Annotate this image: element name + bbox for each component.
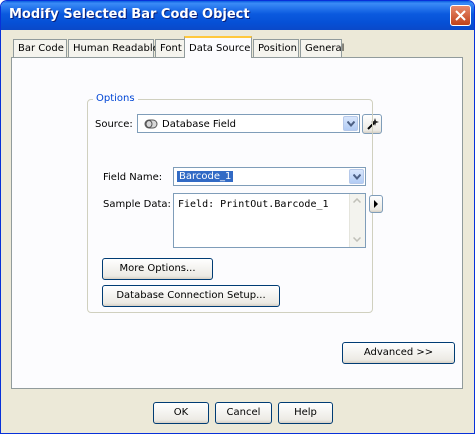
scroll-up-icon: [353, 198, 361, 203]
tab-general[interactable]: General: [300, 39, 344, 57]
title-bar[interactable]: Modify Selected Bar Code Object: [1, 1, 474, 30]
dialog-window: Modify Selected Bar Code Object Bar Code…: [0, 0, 475, 434]
advanced-button[interactable]: Advanced >>: [342, 342, 455, 364]
sample-data-label: Sample Data:: [103, 199, 171, 210]
sample-data-value: Field: PrintOut.Barcode_1: [178, 199, 329, 210]
insert-field-button[interactable]: [369, 195, 383, 213]
window-title: Modify Selected Bar Code Object: [9, 7, 250, 22]
cancel-button[interactable]: Cancel: [215, 402, 272, 424]
more-options-button[interactable]: More Options...: [102, 258, 213, 280]
ok-button[interactable]: OK: [153, 402, 209, 424]
sample-data-textarea[interactable]: Field: PrintOut.Barcode_1: [173, 193, 366, 248]
tab-human-readable[interactable]: Human Readable: [68, 39, 159, 57]
field-name-label: Field Name:: [103, 172, 163, 183]
tab-bar-code[interactable]: Bar Code: [13, 39, 67, 57]
chevron-down-icon: [353, 174, 361, 180]
tab-font[interactable]: Font: [155, 39, 185, 57]
arrow-right-icon: [374, 200, 378, 208]
scroll-down-icon: [353, 237, 361, 242]
help-button[interactable]: Help: [278, 402, 333, 424]
close-icon: [455, 10, 466, 21]
sample-data-scrollbar[interactable]: [349, 194, 365, 247]
field-name-value: Barcode_1: [177, 171, 234, 182]
close-button[interactable]: [450, 5, 471, 26]
tab-position[interactable]: Position: [253, 39, 299, 57]
field-name-dropdown-button[interactable]: [349, 169, 364, 184]
field-name-select[interactable]: Barcode_1: [173, 167, 366, 186]
tab-data-source[interactable]: Data Source: [184, 36, 252, 58]
options-legend: Options: [93, 93, 138, 104]
database-connection-setup-button[interactable]: Database Connection Setup...: [102, 285, 280, 307]
